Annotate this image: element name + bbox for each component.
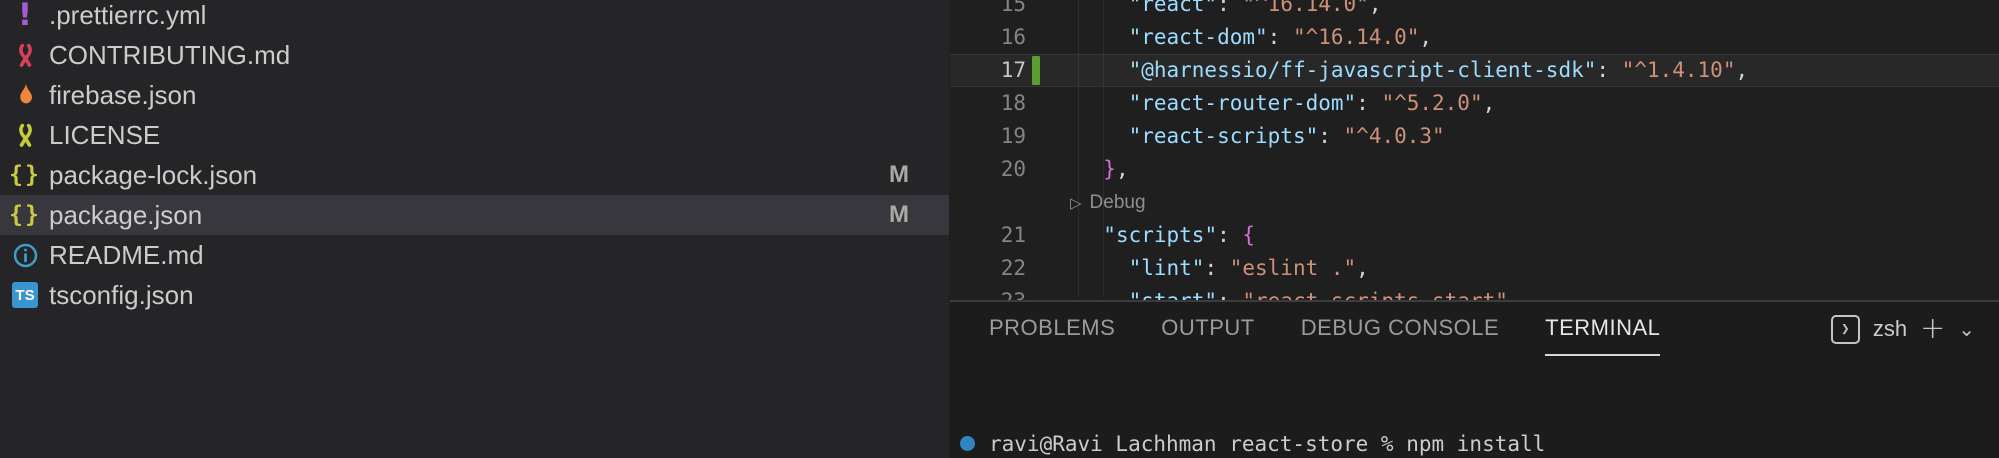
line-number: 15	[950, 0, 1026, 21]
git-modified-badge: M	[889, 161, 909, 189]
json-braces-icon: {}	[10, 200, 40, 230]
terminal-status-dot	[960, 436, 975, 451]
panel-tab-terminal[interactable]: TERMINAL	[1545, 302, 1660, 356]
code-line-18[interactable]: 18 "react-router-dom": "^5.2.0",	[950, 87, 1999, 120]
line-number	[950, 186, 1026, 219]
git-gutter-indicator	[1032, 155, 1040, 184]
file-row-package-json[interactable]: {} package.json M	[0, 195, 949, 235]
file-list: ! .prettierrc.yml CONTRIBUTING.md fireba…	[0, 0, 949, 315]
file-row-tsconfig-json[interactable]: TS tsconfig.json	[0, 275, 949, 315]
line-number: 16	[950, 21, 1026, 54]
line-number: 21	[950, 219, 1026, 252]
file-row--prettierrc-yml[interactable]: ! .prettierrc.yml	[0, 0, 949, 35]
line-number: 22	[950, 252, 1026, 285]
code-line-21[interactable]: 21 "scripts": {	[950, 219, 1999, 252]
prettier-icon: !	[10, 0, 40, 30]
line-number: 18	[950, 87, 1026, 120]
vscode-window: ! .prettierrc.yml CONTRIBUTING.md fireba…	[0, 0, 1999, 458]
panel-tab-debug-console[interactable]: DEBUG CONSOLE	[1301, 302, 1499, 356]
terminal-line: ravi@Ravi Lachhman react-store % npm ins…	[989, 431, 1999, 457]
new-terminal-icon[interactable]: +	[1920, 314, 1945, 344]
panel-tab-output[interactable]: OUTPUT	[1161, 302, 1254, 356]
firebase-flame-icon	[10, 80, 40, 110]
git-gutter-indicator	[1032, 254, 1040, 283]
code-line-15[interactable]: 15 "react": "^16.14.0",	[950, 0, 1999, 21]
debug-run-icon[interactable]: ▷	[1070, 195, 1082, 212]
ribbon-yellow-icon	[10, 120, 40, 150]
file-row-readme-md[interactable]: README.md	[0, 235, 949, 275]
line-number: 23	[950, 285, 1026, 300]
file-row-contributing-md[interactable]: CONTRIBUTING.md	[0, 35, 949, 75]
line-number: 19	[950, 120, 1026, 153]
code-lines: 15 "react": "^16.14.0", 16 "react-dom": …	[950, 0, 1999, 300]
code-line-23[interactable]: 23 "start": "react-scripts start",	[950, 285, 1999, 300]
git-gutter-indicator	[1032, 0, 1040, 19]
file-row-package-lock-json[interactable]: {} package-lock.json M	[0, 155, 949, 195]
ribbon-red-icon	[10, 40, 40, 70]
info-icon	[10, 240, 40, 270]
typescript-icon: TS	[10, 280, 40, 310]
shell-label[interactable]: zsh	[1873, 316, 1907, 342]
code-line-22[interactable]: 22 "lint": "eslint .",	[950, 252, 1999, 285]
terminal-output[interactable]: ravi@Ravi Lachhman react-store % npm ins…	[989, 379, 1999, 458]
file-row-firebase-json[interactable]: firebase.json	[0, 75, 949, 115]
bottom-panel: PROBLEMS OUTPUT DEBUG CONSOLE TERMINAL ❯…	[950, 300, 1999, 458]
file-row-license[interactable]: LICENSE	[0, 115, 949, 155]
codelens-line[interactable]: ▷ Debug	[950, 186, 1999, 219]
git-gutter-indicator	[1032, 188, 1040, 217]
code-line-19[interactable]: 19 "react-scripts": "^4.0.3"	[950, 120, 1999, 153]
code-line-17[interactable]: 17 "@harnessio/ff-javascript-client-sdk"…	[950, 54, 1999, 87]
code-line-16[interactable]: 16 "react-dom": "^16.14.0",	[950, 21, 1999, 54]
git-gutter-indicator	[1032, 221, 1040, 250]
git-gutter-indicator	[1032, 23, 1040, 52]
line-number: 20	[950, 153, 1026, 186]
terminal-icon[interactable]: ❯	[1831, 315, 1860, 344]
git-gutter-indicator	[1032, 287, 1040, 300]
git-gutter-indicator	[1032, 122, 1040, 151]
json-braces-icon: {}	[10, 160, 40, 190]
panel-controls: ❯ zsh + ⌄	[1831, 302, 1975, 356]
git-modified-badge: M	[889, 201, 909, 229]
chevron-down-icon[interactable]: ⌄	[1958, 319, 1975, 339]
code-editor[interactable]: 15 "react": "^16.14.0", 16 "react-dom": …	[950, 0, 1999, 300]
code-line-20[interactable]: 20 },	[950, 153, 1999, 186]
panel-tab-problems[interactable]: PROBLEMS	[989, 302, 1115, 356]
git-gutter-indicator	[1032, 56, 1040, 85]
line-number: 17	[950, 54, 1026, 87]
explorer-sidebar: ! .prettierrc.yml CONTRIBUTING.md fireba…	[0, 0, 949, 458]
codelens-debug-link[interactable]: Debug	[1090, 192, 1146, 213]
git-gutter-indicator	[1032, 89, 1040, 118]
